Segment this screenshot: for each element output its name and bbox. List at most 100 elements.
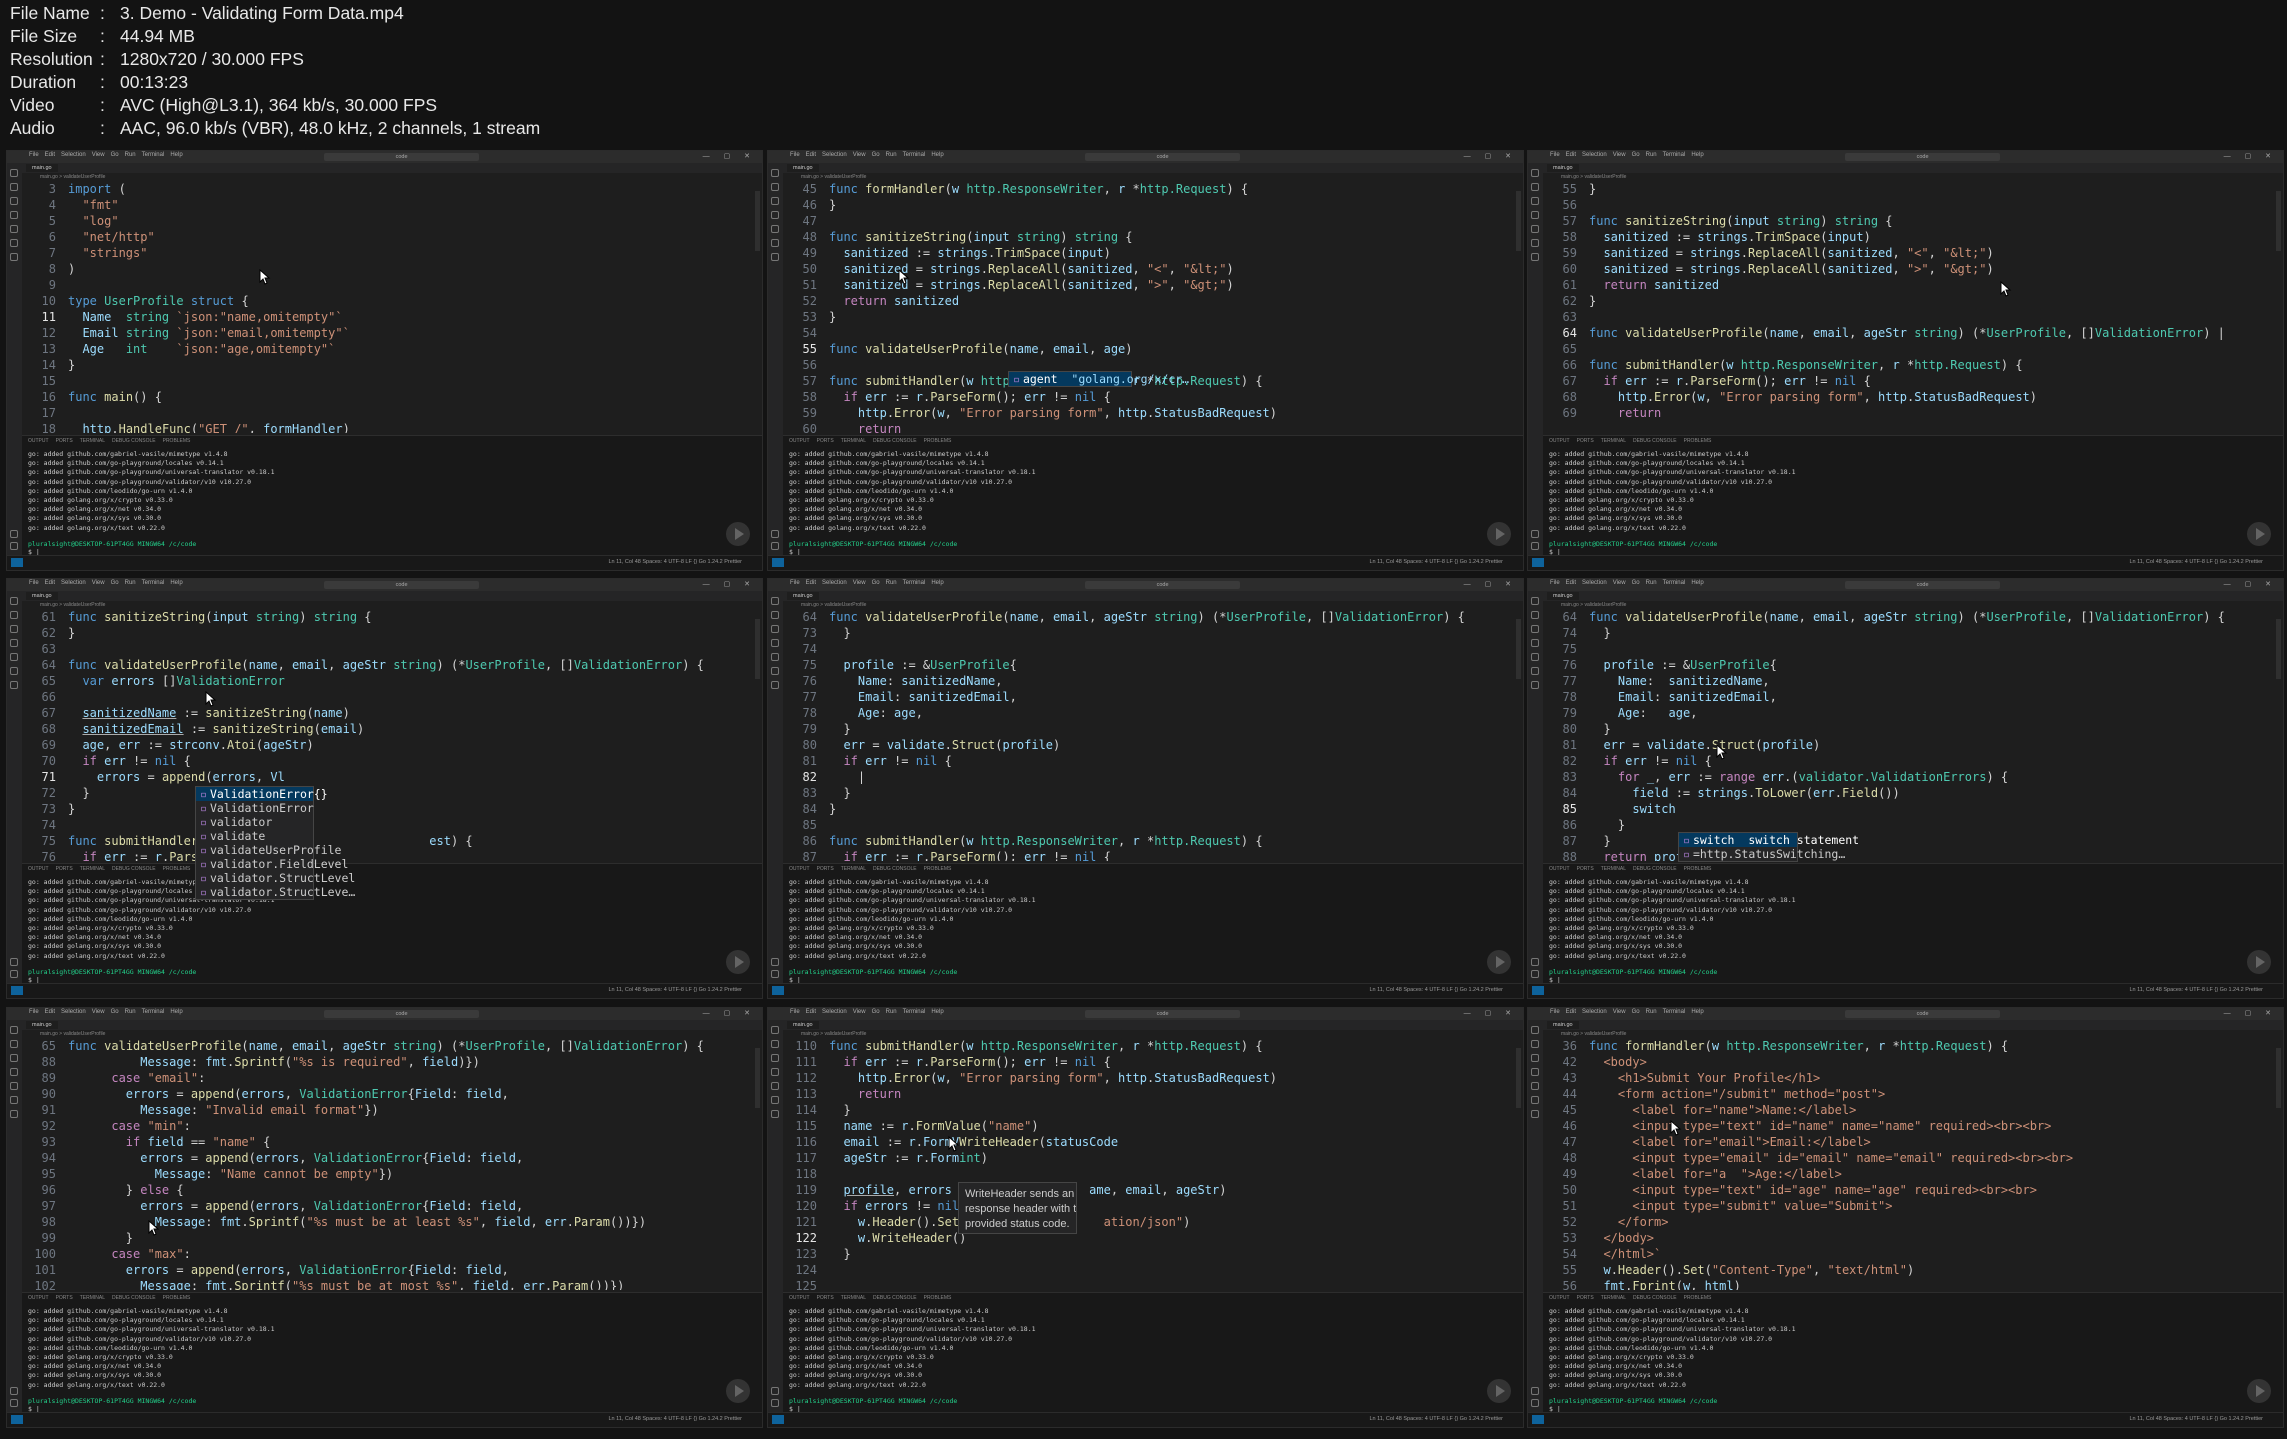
window-controls[interactable]: — ▢ ✕	[2224, 580, 2277, 588]
extensions-icon[interactable]	[1531, 225, 1539, 233]
source-control-icon[interactable]	[771, 197, 779, 205]
menu-item[interactable]: Edit	[45, 1009, 55, 1015]
search-icon[interactable]	[10, 611, 18, 619]
settings-gear-icon[interactable]	[771, 1399, 779, 1407]
panel-tab[interactable]: TERMINAL	[841, 438, 866, 444]
testing-icon[interactable]	[1531, 667, 1539, 675]
remote-icon[interactable]	[1531, 253, 1539, 261]
menu-item[interactable]: Run	[886, 580, 897, 586]
panel-tab[interactable]: PROBLEMS	[163, 1295, 191, 1301]
settings-gear-icon[interactable]	[1531, 542, 1539, 550]
explorer-icon[interactable]	[10, 169, 18, 177]
settings-gear-icon[interactable]	[1531, 1399, 1539, 1407]
panel-tab[interactable]: TERMINAL	[80, 866, 105, 872]
menu-item[interactable]: File	[790, 152, 800, 158]
menu-item[interactable]: View	[853, 1009, 866, 1015]
window-controls[interactable]: — ▢ ✕	[2224, 1009, 2277, 1017]
editor-tab-main-go[interactable]: main.go	[1547, 592, 1579, 600]
breadcrumb[interactable]: main.go > validateUserProfile	[1543, 601, 2283, 609]
play-icon[interactable]	[1487, 950, 1511, 974]
menu-item[interactable]: Go	[1632, 152, 1640, 158]
settings-gear-icon[interactable]	[771, 970, 779, 978]
menu-item[interactable]: Help	[1691, 1009, 1703, 1015]
extensions-icon[interactable]	[10, 1082, 18, 1090]
extensions-icon[interactable]	[10, 225, 18, 233]
menu-item[interactable]: Run	[1646, 1009, 1657, 1015]
menu-item[interactable]: Selection	[61, 580, 86, 586]
editor-tab-main-go[interactable]: main.go	[787, 1021, 819, 1029]
source-control-icon[interactable]	[1531, 197, 1539, 205]
panel-tab[interactable]: TERMINAL	[841, 1295, 866, 1301]
explorer-icon[interactable]	[771, 597, 779, 605]
menu-item[interactable]: Selection	[61, 1009, 86, 1015]
run-debug-icon[interactable]	[10, 639, 18, 647]
extensions-icon[interactable]	[10, 653, 18, 661]
autocomplete-popup[interactable]: ▫ ValidationError{} ▫ ValidationError ▫ valid…	[195, 786, 355, 900]
account-icon[interactable]	[771, 958, 779, 966]
remote-icon[interactable]	[771, 681, 779, 689]
remote-icon[interactable]	[1531, 681, 1539, 689]
remote-indicator-icon[interactable]	[11, 558, 23, 567]
panel-tab[interactable]: PORTS	[817, 1295, 834, 1301]
explorer-icon[interactable]	[1531, 169, 1539, 177]
menu-item[interactable]: Edit	[1566, 152, 1576, 158]
panel-tab[interactable]: TERMINAL	[841, 866, 866, 872]
panel-tab[interactable]: OUTPUT	[28, 438, 49, 444]
remote-indicator-icon[interactable]	[772, 558, 784, 567]
menu-item[interactable]: Edit	[45, 152, 55, 158]
panel-tab[interactable]: PROBLEMS	[924, 866, 952, 872]
play-icon[interactable]	[726, 950, 750, 974]
menu-item[interactable]: Run	[886, 1009, 897, 1015]
run-debug-icon[interactable]	[771, 1068, 779, 1076]
testing-icon[interactable]	[10, 1096, 18, 1104]
run-debug-icon[interactable]	[771, 211, 779, 219]
account-icon[interactable]	[10, 958, 18, 966]
menu-item[interactable]: Terminal	[1663, 152, 1686, 158]
code-editor[interactable]: 65 func validateUserProfile(name, email, …	[22, 1038, 762, 1290]
panel-tab[interactable]: PORTS	[56, 866, 73, 872]
autocomplete-item[interactable]: ▫ validate	[196, 829, 313, 843]
remote-indicator-icon[interactable]	[1532, 1415, 1544, 1424]
editor-scrollbar[interactable]	[1516, 1048, 1521, 1108]
code-editor[interactable]: 110 func submitHandler(w http.ResponseWri…	[783, 1038, 1523, 1290]
autocomplete-item[interactable]: ▫ validateUserProfile	[196, 843, 342, 857]
panel-tab[interactable]: OUTPUT	[1549, 1295, 1570, 1301]
menu-item[interactable]: Edit	[806, 580, 816, 586]
autocomplete-item[interactable]: ▫ validator.StructLevel	[196, 871, 355, 885]
panel-tab[interactable]: PORTS	[1577, 438, 1594, 444]
panel-tab[interactable]: PROBLEMS	[924, 438, 952, 444]
menu-item[interactable]: View	[92, 580, 105, 586]
menu-item[interactable]: Selection	[61, 152, 86, 158]
run-debug-icon[interactable]	[771, 639, 779, 647]
breadcrumb[interactable]: main.go > validateUserProfile	[1543, 1030, 2283, 1038]
testing-icon[interactable]	[1531, 1096, 1539, 1104]
command-center-search[interactable]: code	[1845, 153, 2001, 161]
menu-item[interactable]: Edit	[806, 152, 816, 158]
menu-item[interactable]: Edit	[806, 1009, 816, 1015]
account-icon[interactable]	[10, 530, 18, 538]
account-icon[interactable]	[1531, 530, 1539, 538]
menu-item[interactable]: Terminal	[1663, 580, 1686, 586]
menu-item[interactable]: Go	[872, 152, 880, 158]
remote-indicator-icon[interactable]	[1532, 986, 1544, 995]
menu-item[interactable]: View	[92, 152, 105, 158]
menu-item[interactable]: Terminal	[1663, 1009, 1686, 1015]
code-editor[interactable]: 3 import (4 "fmt" 5 "log" 6 "net/http" 7 "st…	[22, 181, 762, 433]
run-debug-icon[interactable]	[10, 211, 18, 219]
remote-indicator-icon[interactable]	[11, 1415, 23, 1424]
panel-tab[interactable]: DEBUG CONSOLE	[1633, 438, 1677, 444]
menu-item[interactable]: Help	[170, 580, 182, 586]
menu-item[interactable]: Selection	[1582, 152, 1607, 158]
editor-scrollbar[interactable]	[2276, 1048, 2281, 1108]
menu-item[interactable]: File	[1550, 580, 1560, 586]
play-icon[interactable]	[2247, 1379, 2271, 1403]
window-controls[interactable]: — ▢ ✕	[1464, 1009, 1517, 1017]
remote-indicator-icon[interactable]	[11, 986, 23, 995]
window-controls[interactable]: — ▢ ✕	[703, 1009, 756, 1017]
panel-tab[interactable]: OUTPUT	[28, 866, 49, 872]
window-controls[interactable]: — ▢ ✕	[1464, 152, 1517, 160]
play-icon[interactable]	[726, 522, 750, 546]
account-icon[interactable]	[1531, 1387, 1539, 1395]
menu-item[interactable]: Edit	[1566, 580, 1576, 586]
menu-item[interactable]: File	[29, 152, 39, 158]
